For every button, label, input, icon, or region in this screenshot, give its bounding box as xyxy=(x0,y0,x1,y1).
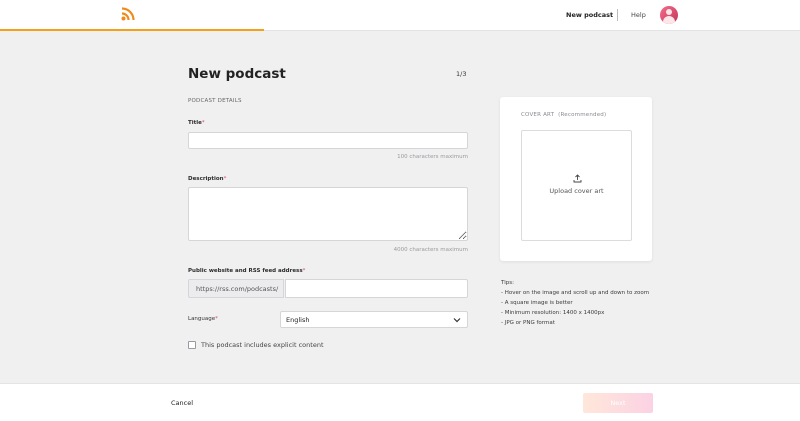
nav-new-podcast[interactable]: New podcast xyxy=(566,11,613,19)
footer-bar: Cancel Next xyxy=(0,383,800,421)
chevron-down-icon xyxy=(453,318,461,323)
description-char-limit: 4000 characters maximum xyxy=(393,247,468,253)
tip-item: - A square image is better xyxy=(501,300,573,306)
explicit-checkbox[interactable] xyxy=(188,341,196,349)
required-mark: * xyxy=(201,120,205,126)
wizard-progress-bar xyxy=(0,29,264,31)
cover-art-card: COVER ART (Recommended) Upload cover art xyxy=(500,97,652,261)
cancel-button[interactable]: Cancel xyxy=(171,399,193,407)
description-textarea[interactable] xyxy=(188,187,468,241)
upload-cover-dropzone[interactable]: Upload cover art xyxy=(521,130,632,241)
explicit-checkbox-label[interactable]: This podcast includes explicit content xyxy=(201,341,324,349)
cover-art-note: (Recommended) xyxy=(558,112,607,118)
url-label-text: Public website and RSS feed address xyxy=(188,268,303,274)
language-label: Language* xyxy=(188,316,218,322)
next-button[interactable]: Next xyxy=(583,393,653,413)
nav-help[interactable]: Help xyxy=(631,11,646,19)
rss-logo-icon[interactable] xyxy=(121,7,135,21)
language-label-text: Language xyxy=(188,316,216,322)
language-select[interactable]: English xyxy=(280,311,468,328)
url-label: Public website and RSS feed address* xyxy=(188,268,305,274)
avatar[interactable] xyxy=(660,6,678,24)
step-indicator: 1/3 xyxy=(456,70,467,78)
upload-icon xyxy=(573,174,582,183)
section-label: PODCAST DETAILS xyxy=(188,98,242,104)
required-mark: * xyxy=(223,176,227,182)
tips-heading: Tips: xyxy=(501,280,514,286)
required-mark: * xyxy=(215,316,218,322)
upload-cover-label: Upload cover art xyxy=(549,187,604,195)
title-label: Title* xyxy=(188,120,205,126)
top-bar: New podcast Help xyxy=(0,0,800,31)
page-title: New podcast xyxy=(188,66,286,82)
required-mark: * xyxy=(302,268,306,274)
cover-art-heading: COVER ART xyxy=(521,112,555,118)
description-label: Description* xyxy=(188,176,226,182)
nav-divider xyxy=(617,9,618,21)
description-label-text: Description xyxy=(188,176,224,182)
tip-item: - Hover on the image and scroll up and d… xyxy=(501,290,650,296)
avatar-body xyxy=(663,16,675,24)
title-label-text: Title xyxy=(188,120,202,126)
tip-item: - JPG or PNG format xyxy=(501,320,555,326)
title-char-limit: 100 characters maximum xyxy=(397,154,468,160)
url-slug-input[interactable] xyxy=(285,279,468,298)
avatar-head xyxy=(666,9,672,15)
title-input[interactable] xyxy=(188,132,468,149)
cover-art-title: COVER ART (Recommended) xyxy=(521,112,606,118)
language-selected-value: English xyxy=(286,316,310,324)
tips: Tips: - Hover on the image and scroll up… xyxy=(501,278,649,328)
url-prefix: https://rss.com/podcasts/ xyxy=(188,279,284,298)
tip-item: - Minimum resolution: 1400 x 1400px xyxy=(501,310,605,316)
